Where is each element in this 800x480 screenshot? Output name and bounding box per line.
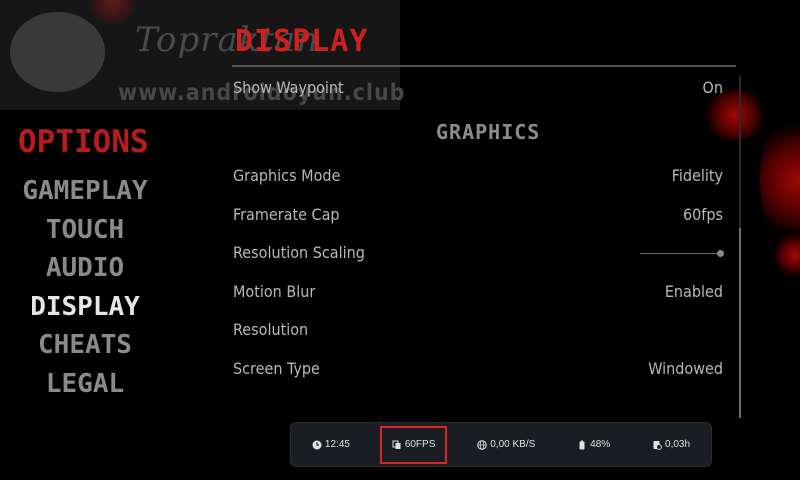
status-battery-text: 48%	[590, 439, 611, 450]
status-battery: 48%	[567, 428, 620, 462]
section-title-graphics: GRAPHICS	[436, 120, 541, 144]
setting-resolution[interactable]: Resolution	[233, 314, 723, 344]
setting-value: Enabled	[664, 281, 723, 301]
setting-value: On	[702, 77, 723, 97]
setting-label: Screen Type	[233, 358, 320, 378]
menu-item-touch[interactable]: TOUCH	[0, 211, 170, 250]
clock-icon	[312, 440, 322, 449]
setting-graphics-mode[interactable]: Graphics Mode Fidelity	[233, 160, 723, 190]
setting-screen-type[interactable]: Screen Type Windowed	[233, 353, 723, 383]
watermark-logo	[10, 12, 105, 92]
slider-thumb[interactable]	[717, 250, 724, 257]
status-time: 12:45	[302, 428, 360, 462]
resolution-scaling-slider[interactable]	[640, 250, 724, 257]
status-network: 0,00 KB/S	[467, 428, 545, 462]
scrollbar-thumb[interactable]	[739, 228, 741, 418]
status-time-text: 12:45	[324, 439, 350, 450]
setting-label: Resolution Scaling	[233, 242, 365, 262]
setting-resolution-scaling: Resolution Scaling	[233, 237, 723, 267]
status-fps: 60FPS	[379, 425, 448, 464]
page-title: DISPLAY	[235, 24, 369, 59]
menu-item-audio[interactable]: AUDIO	[0, 249, 170, 288]
setting-label: Resolution	[233, 319, 309, 339]
status-playtime-text: 0,03h	[665, 439, 691, 450]
menu-item-display[interactable]: DISPLAY	[0, 288, 170, 327]
setting-motion-blur[interactable]: Motion Blur Enabled	[233, 276, 723, 306]
title-divider	[232, 65, 736, 67]
setting-value: Windowed	[648, 358, 723, 378]
setting-value: Fidelity	[671, 165, 723, 185]
setting-value: 60fps	[682, 204, 723, 224]
menu-item-gameplay[interactable]: GAMEPLAY	[0, 172, 170, 211]
setting-show-waypoint[interactable]: Show Waypoint On	[233, 72, 723, 102]
setting-label: Show Waypoint	[233, 77, 344, 97]
playtime-icon	[653, 440, 662, 450]
status-fps-text: 60FPS	[404, 439, 436, 450]
setting-label: Graphics Mode	[233, 165, 341, 185]
performance-overlay: 12:45 60FPS 0,00 KB/S 48% 0,03h	[290, 422, 712, 467]
fps-icon	[392, 440, 401, 449]
globe-icon	[477, 439, 488, 450]
status-playtime: 0,03h	[642, 428, 700, 462]
setting-label: Framerate Cap	[233, 204, 340, 224]
options-menu: GAMEPLAY TOUCH AUDIO DISPLAY CHEATS LEGA…	[0, 172, 170, 403]
options-title: OPTIONS	[18, 124, 149, 160]
status-network-text: 0,00 KB/S	[490, 439, 536, 450]
setting-framerate-cap[interactable]: Framerate Cap 60fps	[233, 199, 723, 229]
menu-item-legal[interactable]: LEGAL	[0, 365, 170, 404]
setting-label: Motion Blur	[233, 281, 316, 301]
settings-scrollbar[interactable]	[739, 76, 741, 418]
battery-icon	[579, 440, 585, 449]
menu-item-cheats[interactable]: CHEATS	[0, 326, 170, 365]
